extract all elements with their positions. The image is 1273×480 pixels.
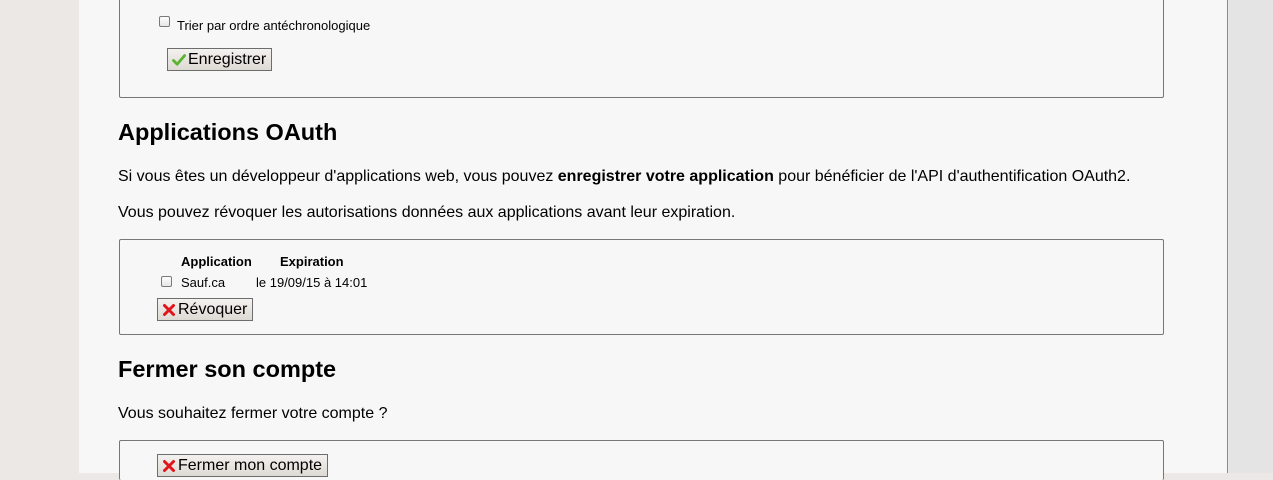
content-page: Trier par ordre antéchronologique Enregi… bbox=[79, 0, 1228, 480]
oauth-intro-after: pour bénéficier de l'API d'authentificat… bbox=[773, 168, 1131, 185]
save-button-label: Enregistrer bbox=[188, 51, 267, 68]
app-expiration: le 19/09/15 à 14:01 bbox=[256, 275, 368, 290]
col-header-application: Application bbox=[181, 254, 252, 269]
close-account-title: Fermer son compte bbox=[118, 356, 337, 382]
close-account-question: Vous souhaitez fermer votre compte ? bbox=[118, 405, 388, 422]
revoke-button-label: Révoquer bbox=[178, 301, 248, 318]
close-account-button[interactable]: Fermer mon compte bbox=[157, 454, 329, 477]
cross-icon bbox=[163, 303, 175, 316]
save-button[interactable]: Enregistrer bbox=[167, 48, 273, 71]
right-gutter bbox=[1229, 0, 1273, 473]
oauth-section-title: Applications OAuth bbox=[118, 119, 338, 145]
register-application-link[interactable]: enregistrer votre application bbox=[558, 168, 774, 185]
app-select-checkbox[interactable] bbox=[161, 276, 172, 287]
app-name: Sauf.ca bbox=[181, 275, 226, 290]
reverse-chrono-checkbox[interactable] bbox=[159, 16, 170, 27]
reverse-chrono-label: Trier par ordre antéchronologique bbox=[177, 18, 371, 33]
oauth-intro-before: Si vous êtes un développeur d'applicatio… bbox=[118, 168, 558, 185]
oauth-intro: Si vous êtes un développeur d'applicatio… bbox=[118, 167, 1130, 187]
oauth-revoke-text: Vous pouvez révoquer les autorisations d… bbox=[118, 204, 736, 221]
col-header-expiration: Expiration bbox=[280, 254, 344, 269]
oauth-apps-fieldset: Application Expiration Sauf.ca le 19/09/… bbox=[119, 239, 1164, 335]
close-account-fieldset: Fermer mon compte bbox=[119, 440, 1164, 480]
check-icon bbox=[172, 53, 186, 66]
revoke-button[interactable]: Révoquer bbox=[157, 298, 254, 321]
cross-icon bbox=[163, 459, 175, 472]
display-settings-fieldset: Trier par ordre antéchronologique Enregi… bbox=[119, 0, 1164, 98]
